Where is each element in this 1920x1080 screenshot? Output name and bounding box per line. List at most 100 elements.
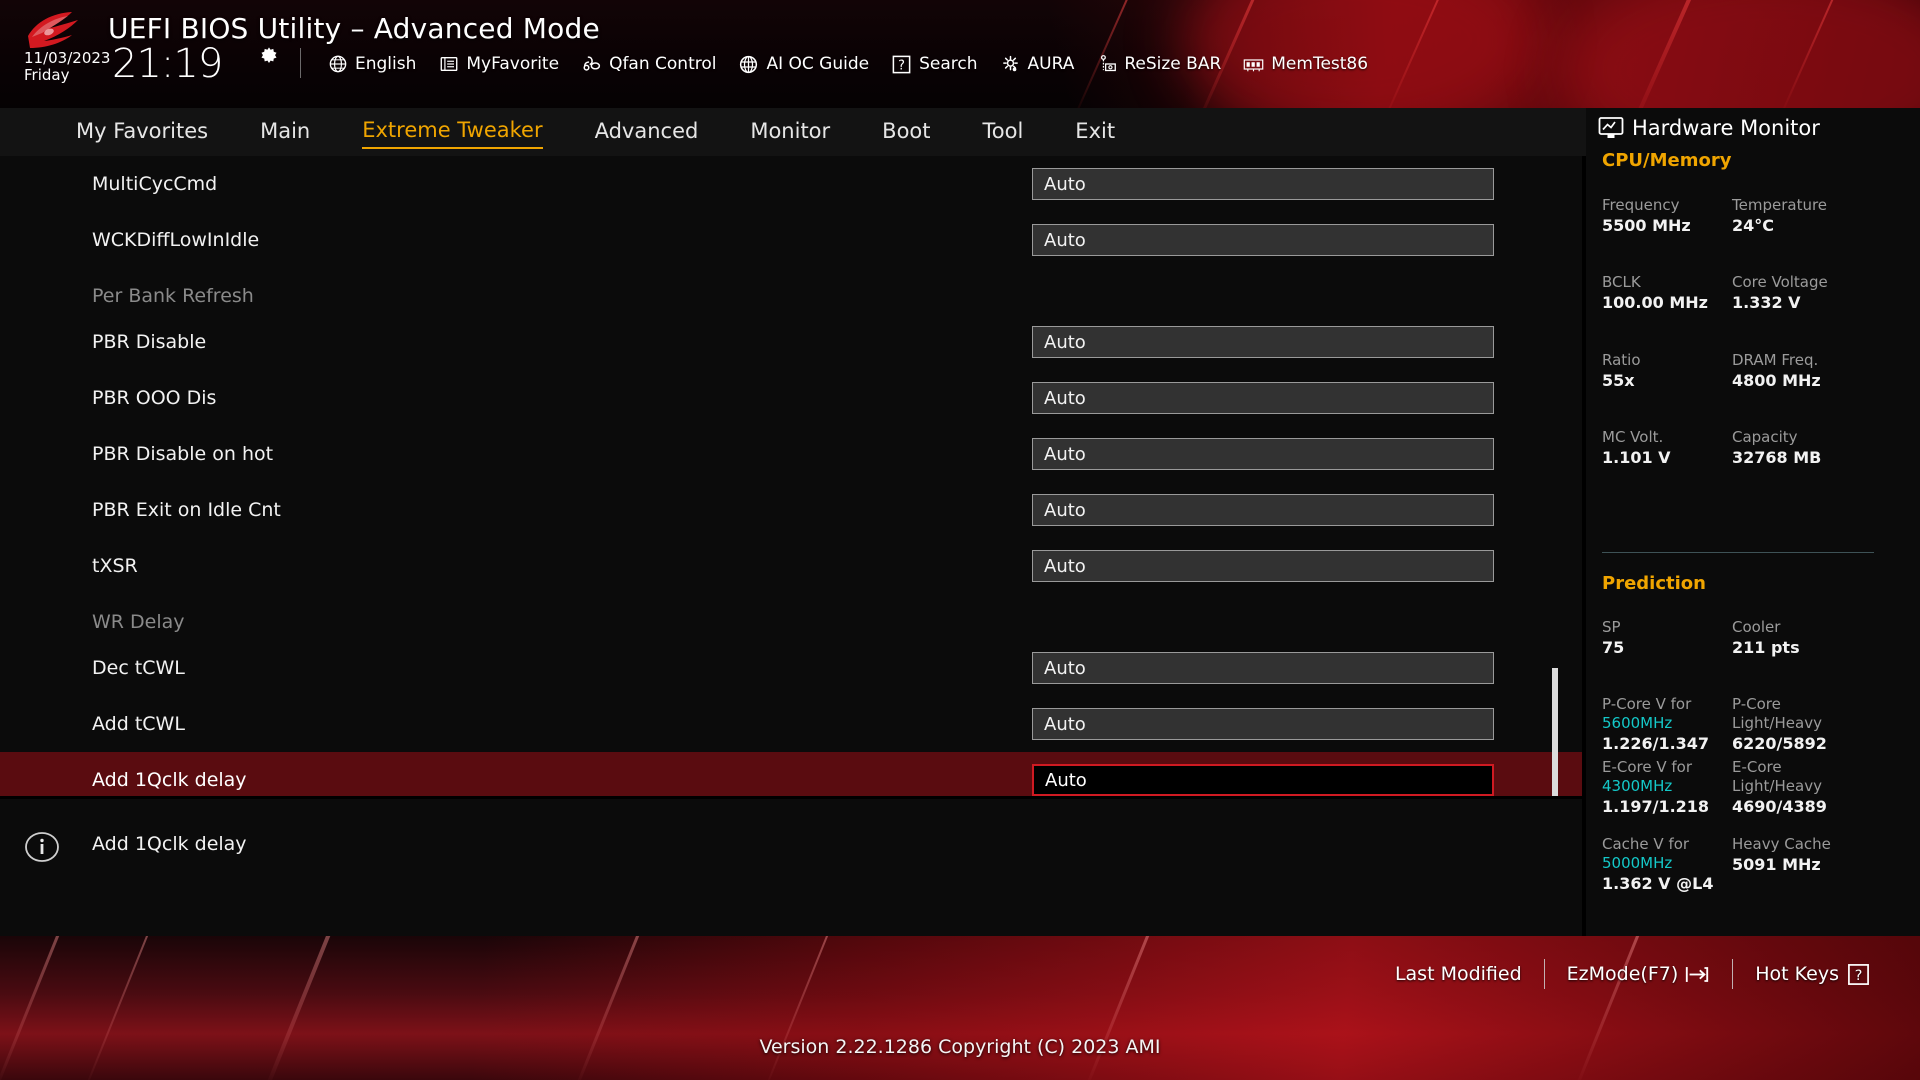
footer-actions: Last Modified EzMode(F7) Hot Keys ? — [1373, 954, 1892, 994]
toolbar-item-search[interactable]: ? Search — [880, 48, 988, 80]
hw-value: 211 pts — [1732, 638, 1800, 657]
hw-item-cache-voltage: Cache V for 5000MHz 1.362 V @L4 — [1602, 835, 1713, 894]
setting-value-field[interactable]: Auto — [1032, 382, 1494, 414]
toolbar-item-qfan-control[interactable]: Qfan Control — [570, 48, 727, 80]
ezmode-button[interactable]: EzMode(F7) — [1545, 963, 1733, 985]
hw-key: Core Voltage — [1732, 273, 1828, 291]
help-bar: Add 1Qclk delay — [0, 796, 1582, 936]
setting-row-wckdifflowinidle[interactable]: WCKDiffLowInIdle Auto — [0, 212, 1582, 268]
svg-text:?: ? — [1855, 967, 1863, 983]
tab-exit[interactable]: Exit — [1075, 117, 1115, 148]
date-display: 11/03/2023 Friday — [24, 50, 110, 84]
setting-row-add-tcwl[interactable]: Add tCWL Auto — [0, 696, 1582, 752]
hw-value: 55x — [1602, 371, 1635, 390]
tab-my-favorites[interactable]: My Favorites — [76, 117, 208, 148]
setting-row-pbr-disable-on-hot[interactable]: PBR Disable on hot Auto — [0, 426, 1582, 482]
hw-value: 5500 MHz — [1602, 216, 1691, 235]
setting-row-pbr-disable[interactable]: PBR Disable Auto — [0, 314, 1582, 370]
setting-row-txsr[interactable]: tXSR Auto — [0, 538, 1582, 594]
setting-value: Auto — [1044, 499, 1086, 521]
svg-text:?: ? — [898, 58, 905, 73]
hw-key: BCLK — [1602, 273, 1641, 291]
hot-keys-button[interactable]: Hot Keys ? — [1733, 963, 1892, 986]
setting-row-multicyccmd[interactable]: MultiCycCmd Auto — [0, 156, 1582, 212]
setting-value-field[interactable]: Auto — [1032, 438, 1494, 470]
hw-key: Temperature — [1732, 196, 1828, 214]
globe-icon — [327, 54, 348, 75]
hw-value: 24°C — [1732, 216, 1775, 235]
setting-label: PBR Exit on Idle Cnt — [92, 499, 281, 521]
arrow-right-icon — [1684, 964, 1710, 985]
title-bar: UEFI BIOS Utility – Advanced Mode 11/03/… — [0, 0, 1920, 108]
setting-value-field[interactable]: Auto — [1032, 494, 1494, 526]
version-text: Version 2.22.1286 Copyright (C) 2023 AMI — [759, 1036, 1161, 1058]
question-box-icon: ? — [1847, 963, 1870, 986]
hw-key: Cooler — [1732, 618, 1781, 636]
hw-key-freq: 5000MHz — [1602, 854, 1673, 872]
hw-item-pcore-voltage: P-Core V for 5600MHz 1.226/1.347 — [1602, 695, 1709, 754]
toolbar-label: MyFavorite — [466, 54, 560, 74]
hardware-monitor-title: Hardware Monitor — [1632, 116, 1820, 140]
toolbar-label: English — [355, 54, 417, 74]
toolbar-label: AI OC Guide — [766, 54, 870, 74]
setting-label: MultiCycCmd — [92, 173, 218, 195]
hw-key-sub: Light/Heavy — [1732, 714, 1822, 732]
aura-icon — [1000, 54, 1021, 75]
toolbar-item-resize-bar[interactable]: ReSize BAR — [1085, 48, 1232, 80]
tab-main[interactable]: Main — [260, 117, 310, 148]
setting-value-field[interactable]: Auto — [1032, 224, 1494, 256]
hw-item-frequency: Frequency 5500 MHz — [1602, 196, 1691, 236]
hardware-monitor-panel: Hardware Monitor CPU/Memory Frequency 55… — [1586, 108, 1920, 936]
setting-value-field[interactable]: Auto — [1032, 326, 1494, 358]
setting-row-pbr-exit-on-idle-cnt[interactable]: PBR Exit on Idle Cnt Auto — [0, 482, 1582, 538]
last-modified-button[interactable]: Last Modified — [1373, 963, 1544, 985]
setting-label: WR Delay — [92, 611, 185, 633]
hw-key: DRAM Freq. — [1732, 351, 1819, 369]
info-icon — [25, 832, 59, 862]
setting-label: PBR Disable on hot — [92, 443, 274, 465]
hw-value: 1.197/1.218 — [1602, 797, 1710, 816]
hw-item-ecore-voltage: E-Core V for 4300MHz 1.197/1.218 — [1602, 758, 1709, 817]
setting-row-add-1qclk-delay[interactable]: Add 1Qclk delay Auto — [0, 752, 1582, 796]
fan-icon — [581, 54, 602, 75]
setting-value: Auto — [1044, 555, 1086, 577]
setting-value: Auto — [1044, 387, 1086, 409]
gear-icon[interactable] — [258, 46, 280, 68]
hw-value: 1.362 V @L4 — [1602, 874, 1714, 893]
toolbar-item-memtest86[interactable]: MemTest86 — [1232, 48, 1379, 80]
footer-divider — [1732, 959, 1734, 989]
setting-row-pbr-ooo-dis[interactable]: PBR OOO Dis Auto — [0, 370, 1582, 426]
setting-value-field[interactable]: Auto — [1032, 652, 1494, 684]
hw-item-capacity: Capacity 32768 MB — [1732, 428, 1821, 468]
resizebar-icon — [1096, 54, 1117, 75]
divider — [1602, 552, 1874, 553]
hw-key-sub: Light/Heavy — [1732, 777, 1822, 795]
tab-extreme-tweaker[interactable]: Extreme Tweaker — [362, 116, 543, 149]
toolbar-item-english[interactable]: English — [316, 48, 427, 80]
hw-key: Ratio — [1602, 351, 1641, 369]
setting-row-dec-tcwl[interactable]: Dec tCWL Auto — [0, 640, 1582, 696]
hw-item-core-voltage: Core Voltage 1.332 V — [1732, 273, 1828, 313]
hw-item-ratio: Ratio 55x — [1602, 351, 1641, 391]
tab-boot[interactable]: Boot — [882, 117, 930, 148]
hw-value: 5091 MHz — [1732, 855, 1821, 874]
setting-value-field[interactable]: Auto — [1032, 168, 1494, 200]
toolbar-label: MemTest86 — [1271, 54, 1369, 74]
toolbar-label: Search — [919, 54, 978, 74]
scrollbar-thumb[interactable] — [1552, 668, 1558, 796]
toolbar-item-ai-oc-guide[interactable]: AI OC Guide — [727, 48, 880, 80]
tab-tool[interactable]: Tool — [983, 117, 1024, 148]
hw-key: E-Core V for — [1602, 758, 1693, 776]
tab-monitor[interactable]: Monitor — [750, 117, 830, 148]
toolbar-item-myfavorite[interactable]: MyFavorite — [427, 48, 570, 80]
tab-advanced[interactable]: Advanced — [595, 117, 699, 148]
setting-value: Auto — [1044, 173, 1086, 195]
hw-value: 32768 MB — [1732, 448, 1822, 467]
setting-value-field[interactable]: Auto — [1032, 550, 1494, 582]
setting-value-field[interactable]: Auto — [1032, 708, 1494, 740]
setting-value-field[interactable]: Auto — [1032, 764, 1494, 796]
hw-item-sp: SP 75 — [1602, 618, 1624, 658]
hw-item-pcore-light-heavy: P-Core Light/Heavy 6220/5892 — [1732, 695, 1827, 754]
toolbar-item-aura[interactable]: AURA — [989, 48, 1086, 80]
monitor-icon — [1598, 117, 1624, 138]
